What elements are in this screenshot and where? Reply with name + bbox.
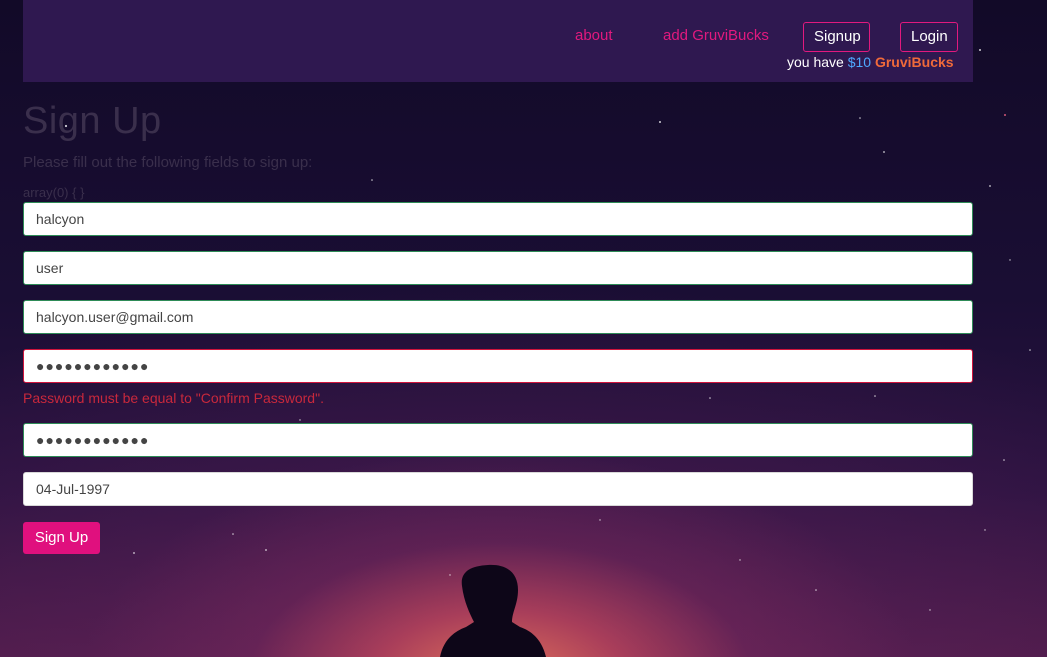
nav-link-add-gruvibucks[interactable]: add GruviBucks <box>663 27 769 44</box>
email-field[interactable]: halcyon.user@gmail.com <box>23 300 973 334</box>
debug-output: array(0) { } <box>23 185 85 200</box>
nav-link-about[interactable]: about <box>575 27 613 44</box>
confirm-password-field[interactable]: ●●●●●●●●●●●● <box>23 423 973 457</box>
balance-brand: GruviBucks <box>874 54 954 70</box>
balance-indicator: you have $10 GruviBucks <box>787 54 954 70</box>
last-name-field[interactable]: user <box>23 251 973 285</box>
top-navbar: about add GruviBucks Signup Login you ha… <box>23 0 973 82</box>
first-name-field[interactable]: halcyon <box>23 202 973 236</box>
password-field[interactable]: ●●●●●●●●●●●● <box>23 349 973 383</box>
form-instructions: Please fill out the following fields to … <box>23 154 313 171</box>
date-of-birth-field[interactable]: 04-Jul-1997 <box>23 472 973 506</box>
login-button[interactable]: Login <box>900 22 958 52</box>
page-title: Sign Up <box>23 100 162 142</box>
sign-up-submit-button[interactable]: Sign Up <box>23 522 100 554</box>
balance-amount: $10 <box>847 54 872 70</box>
password-error-message: Password must be equal to "Confirm Passw… <box>23 390 324 406</box>
signup-button[interactable]: Signup <box>803 22 870 52</box>
balance-prefix: you have <box>787 54 848 70</box>
